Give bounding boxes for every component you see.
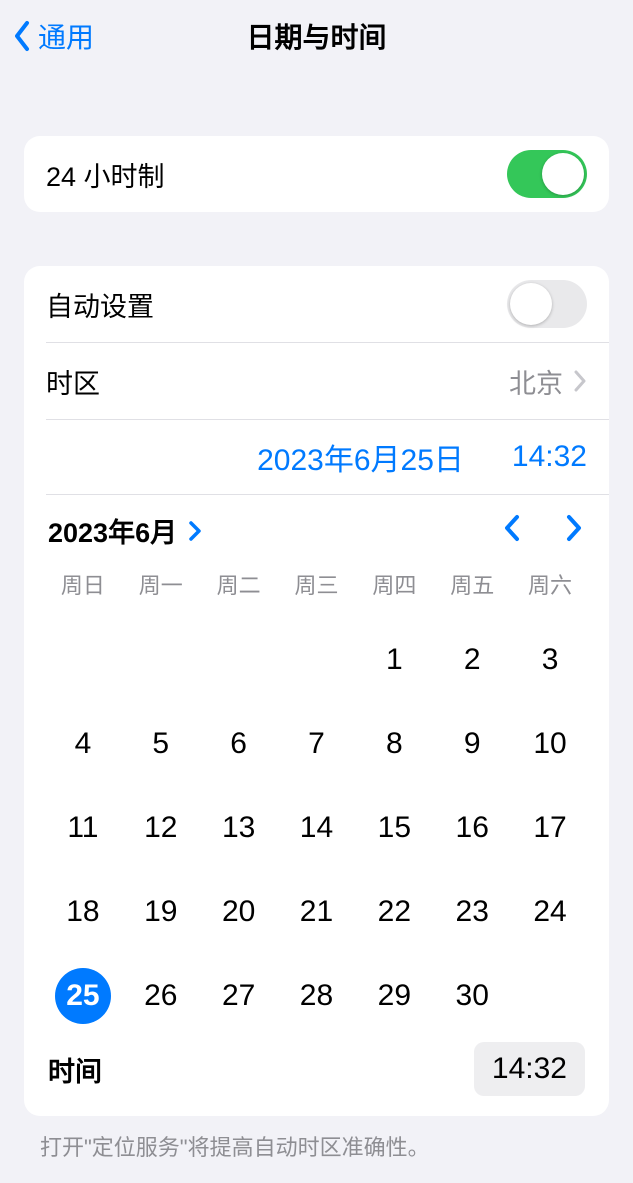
weekday-label: 周一 xyxy=(122,568,200,600)
calendar-day[interactable]: 26 xyxy=(122,968,200,1024)
page-title: 日期与时间 xyxy=(0,16,633,56)
time-picker[interactable]: 14:32 xyxy=(474,1042,585,1096)
calendar-day[interactable]: 27 xyxy=(200,968,278,1024)
calendar-day[interactable]: 13 xyxy=(200,800,278,856)
time-label: 时间 xyxy=(48,1050,102,1089)
chevron-left-icon xyxy=(501,513,523,543)
weekday-label: 周四 xyxy=(355,568,433,600)
weekday-label: 周六 xyxy=(511,568,589,600)
month-picker[interactable]: 2023年6月 xyxy=(48,511,203,550)
calendar-day[interactable]: 24 xyxy=(511,884,589,940)
calendar-day[interactable]: 8 xyxy=(355,716,433,772)
calendar-day[interactable]: 25 xyxy=(44,968,122,1024)
calendar-day[interactable]: 7 xyxy=(278,716,356,772)
calendar-day[interactable]: 5 xyxy=(122,716,200,772)
calendar-day[interactable]: 29 xyxy=(355,968,433,1024)
current-date[interactable]: 2023年6月25日 xyxy=(257,435,464,479)
month-label: 2023年6月 xyxy=(48,511,177,550)
calendar-day[interactable]: 3 xyxy=(511,632,589,688)
calendar-day[interactable]: 20 xyxy=(200,884,278,940)
datetime-row: 2023年6月25日 14:32 xyxy=(24,420,609,494)
chevron-right-icon xyxy=(563,513,585,543)
calendar-day[interactable]: 23 xyxy=(433,884,511,940)
calendar-day[interactable]: 11 xyxy=(44,800,122,856)
autoset-toggle[interactable] xyxy=(507,280,587,328)
calendar-day[interactable]: 18 xyxy=(44,884,122,940)
calendar-day[interactable]: 28 xyxy=(278,968,356,1024)
calendar-day[interactable]: 10 xyxy=(511,716,589,772)
chevron-left-icon xyxy=(12,19,34,53)
hour24-row: 24 小时制 xyxy=(24,136,609,212)
footer-note: 打开"定位服务"将提高自动时区准确性。 xyxy=(0,1116,633,1162)
timezone-value: 北京 xyxy=(509,362,563,401)
weekday-label: 周三 xyxy=(278,568,356,600)
back-label: 通用 xyxy=(38,16,94,56)
calendar-day[interactable]: 6 xyxy=(200,716,278,772)
calendar-day[interactable]: 2 xyxy=(433,632,511,688)
calendar-day[interactable]: 4 xyxy=(44,716,122,772)
timezone-row[interactable]: 时区 北京 xyxy=(24,343,609,419)
weekday-label: 周日 xyxy=(44,568,122,600)
calendar-day[interactable]: 17 xyxy=(511,800,589,856)
autoset-row: 自动设置 xyxy=(24,266,609,342)
hour24-toggle[interactable] xyxy=(507,150,587,198)
timezone-label: 时区 xyxy=(46,362,100,401)
weekday-label: 周五 xyxy=(433,568,511,600)
calendar-day[interactable]: 22 xyxy=(355,884,433,940)
autoset-label: 自动设置 xyxy=(46,285,154,324)
prev-month-button[interactable] xyxy=(501,513,523,548)
next-month-button[interactable] xyxy=(563,513,585,548)
back-button[interactable]: 通用 xyxy=(0,16,94,56)
calendar-day[interactable]: 16 xyxy=(433,800,511,856)
calendar-day[interactable]: 14 xyxy=(278,800,356,856)
calendar-day[interactable]: 12 xyxy=(122,800,200,856)
chevron-right-icon xyxy=(187,520,203,542)
chevron-right-icon xyxy=(573,370,587,392)
calendar-day[interactable]: 30 xyxy=(433,968,511,1024)
calendar-day[interactable]: 1 xyxy=(355,632,433,688)
calendar-day[interactable]: 9 xyxy=(433,716,511,772)
calendar-day[interactable]: 21 xyxy=(278,884,356,940)
calendar-day[interactable]: 19 xyxy=(122,884,200,940)
current-time[interactable]: 14:32 xyxy=(512,440,587,474)
calendar-day[interactable]: 15 xyxy=(355,800,433,856)
weekday-label: 周二 xyxy=(200,568,278,600)
hour24-label: 24 小时制 xyxy=(46,155,165,194)
